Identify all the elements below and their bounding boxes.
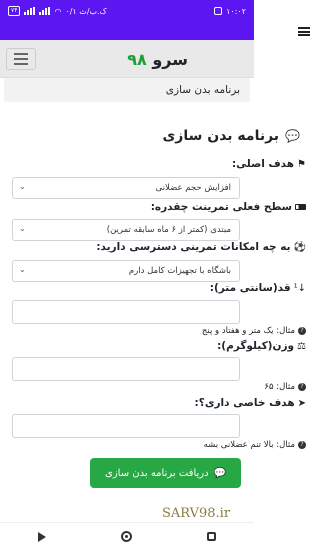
special-goal-input[interactable] — [12, 414, 240, 438]
page-title: 💬 برنامه بدن سازی — [162, 128, 300, 144]
breadcrumb: برنامه بدن سازی — [4, 78, 250, 102]
recent-apps-icon[interactable] — [207, 532, 217, 541]
comments-icon: 💬 — [285, 129, 300, 143]
weight-help: ? مثال: ۶۵ — [264, 382, 306, 392]
status-right: ۱۰:۰۲ — [214, 7, 246, 16]
wifi-icon: ◠ — [54, 6, 62, 16]
navbar-toggler-button[interactable] — [6, 48, 36, 70]
signal-icon-2 — [39, 7, 51, 15]
home-icon[interactable] — [120, 531, 132, 542]
height-input[interactable] — [12, 300, 240, 324]
balance-scale-icon: ⚖ — [297, 340, 306, 352]
battery-icon — [295, 204, 306, 210]
height-label: ↓¹ قد(سانتی متر): — [210, 282, 306, 294]
equipment-label-text: به چه امکانات تمرینی دسترسی دارید: — [96, 241, 291, 253]
question-circle-icon: ? — [298, 383, 306, 391]
top-accent-bar — [0, 22, 254, 40]
goal-label-text: هدف اصلی: — [231, 158, 295, 170]
special-goal-help-text: مثال: بالا تنم عضلانی بشه — [203, 440, 295, 450]
chevron-down-icon: ⌄ — [19, 224, 26, 233]
status-left: ۷۴ ◠ ۰/۱ ک.ب/ث — [8, 6, 107, 16]
question-circle-icon: ? — [298, 441, 306, 449]
equipment-label: ⚽ به چه امکانات تمرینی دسترسی دارید: — [96, 241, 306, 253]
back-icon[interactable] — [37, 531, 46, 542]
chat-icon: 💬 — [213, 467, 227, 479]
equipment-select-value: باشگاه با تجهیزات کامل دارم — [128, 266, 231, 276]
goal-label: ⚑ هدف اصلی: — [232, 158, 306, 170]
special-goal-help: ? مثال: بالا تنم عضلانی بشه — [204, 440, 306, 450]
goal-select-value: افزایش حجم عضلانی — [155, 183, 231, 193]
paper-plane-icon: ➤ — [297, 397, 306, 409]
special-goal-label: ➤ هدف خاصی داری؟: — [195, 397, 306, 409]
level-select[interactable]: مبتدی (کمتر از ۶ ماه سابقه تمرین) ⌄ — [12, 219, 240, 241]
signal-icon — [24, 7, 36, 15]
special-goal-label-text: هدف خاصی داری؟: — [194, 397, 295, 409]
page-title-text: برنامه بدن سازی — [162, 128, 280, 144]
app-notification-icon — [214, 7, 223, 15]
clock: ۱۰:۰۲ — [226, 6, 246, 16]
goal-select[interactable]: افزایش حجم عضلانی ⌄ — [12, 177, 240, 199]
watermark: SARV98.ir — [162, 506, 231, 521]
submit-button-label: دریافت برنامه بدن سازی — [105, 467, 209, 479]
soccer-ball-icon: ⚽ — [293, 241, 306, 253]
status-bar: ۷۴ ◠ ۰/۱ ک.ب/ث ۱۰:۰۲ — [0, 0, 254, 22]
chevron-down-icon: ⌄ — [19, 182, 26, 191]
site-logo[interactable]: سرو ۹۸ — [127, 50, 188, 69]
sort-numeric-icon: ↓¹ — [293, 282, 306, 294]
level-select-value: مبتدی (کمتر از ۶ ماه سابقه تمرین) — [106, 225, 231, 235]
level-label: سطح فعلی تمرینت چقدره: — [151, 201, 306, 213]
height-label-text: قد(سانتی متر): — [209, 282, 291, 294]
brand-number: ۹۸ — [127, 50, 147, 69]
submit-button[interactable]: 💬 دریافت برنامه بدن سازی — [90, 458, 241, 488]
question-circle-icon: ? — [298, 327, 306, 335]
weight-label: ⚖ وزن(کیلوگرم): — [217, 340, 306, 352]
chevron-down-icon: ⌄ — [19, 265, 26, 274]
level-label-text: سطح فعلی تمرینت چقدره: — [150, 201, 292, 213]
height-help: ? مثال: یک متر و هفتاد و پنج — [202, 326, 306, 336]
system-navigation-bar — [0, 522, 254, 550]
network-speed: ۰/۱ ک.ب/ث — [65, 6, 107, 16]
equipment-select[interactable]: باشگاه با تجهیزات کامل دارم ⌄ — [12, 260, 240, 282]
menu-icon[interactable] — [298, 27, 310, 36]
flag-icon: ⚑ — [297, 158, 306, 170]
weight-help-text: مثال: ۶۵ — [264, 382, 295, 392]
battery-indicator: ۷۴ — [8, 6, 21, 16]
site-navbar: سرو ۹۸ — [0, 40, 254, 78]
weight-input[interactable] — [12, 357, 240, 381]
weight-label-text: وزن(کیلوگرم): — [217, 340, 295, 352]
brand-name: سرو — [152, 50, 188, 69]
height-help-text: مثال: یک متر و هفتاد و پنج — [201, 326, 295, 336]
